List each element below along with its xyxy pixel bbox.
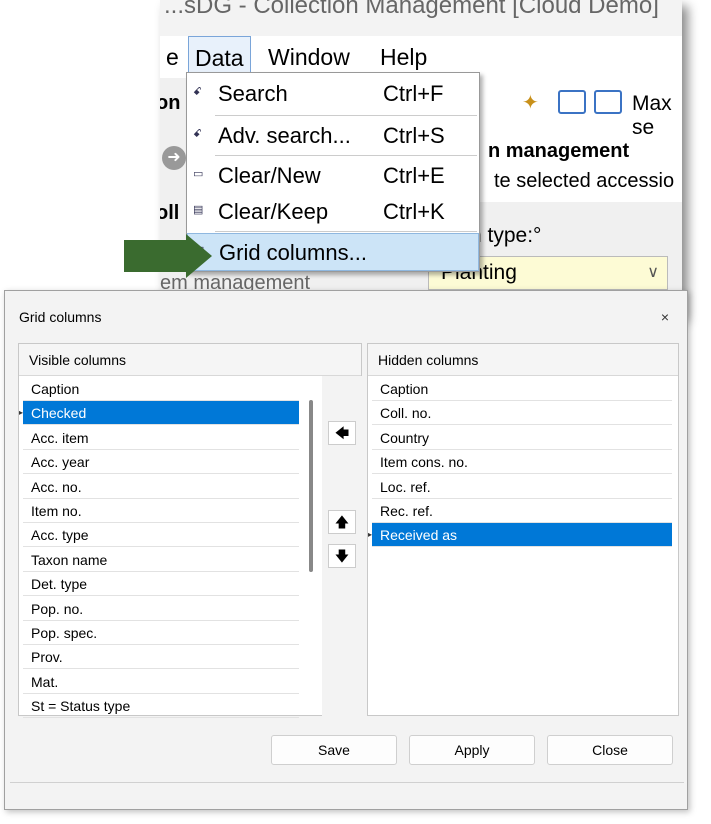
panel-icon[interactable]: [594, 90, 622, 114]
list-item[interactable]: Country: [372, 426, 672, 450]
nav-section-fragment: oll: [160, 202, 180, 224]
list-item[interactable]: Caption: [23, 377, 299, 401]
menu-item-label: Adv. search...: [218, 123, 351, 148]
list-item[interactable]: Rec. ref.: [372, 499, 672, 523]
row-selector-icon: ▸: [19, 408, 24, 418]
status-bar: [10, 782, 684, 806]
list-item[interactable]: Item cons. no.: [372, 450, 672, 475]
list-item[interactable]: Acc. year: [23, 450, 299, 475]
menu-item-search[interactable]: ꗃ Search Ctrl+F: [187, 75, 479, 113]
list-item[interactable]: Pop. spec.: [23, 621, 299, 645]
list-item[interactable]: Coll. no.: [372, 401, 672, 426]
list-item[interactable]: Mat.: [23, 670, 299, 694]
menu-item-label: Clear/New: [218, 163, 321, 188]
visible-columns-header: Visible columns: [19, 344, 361, 376]
arrow-left-icon[interactable]: 🡄: [328, 421, 356, 445]
menu-item-shortcut: Ctrl+K: [383, 199, 445, 224]
close-icon[interactable]: ×: [661, 309, 669, 325]
content-heading: n management: [488, 140, 630, 162]
clear-keep-icon: ▤: [193, 204, 204, 216]
list-item[interactable]: Checked: [23, 401, 299, 426]
visible-columns-panel: Visible columns Caption Checked ▸ Acc. item…: [18, 343, 362, 719]
adv-binoculars-icon: ꗃ: [193, 128, 202, 140]
apply-button[interactable]: Apply: [409, 735, 535, 765]
menu-item-shortcut: Ctrl+F: [383, 81, 444, 106]
list-item[interactable]: Received as: [372, 523, 672, 548]
window-icon[interactable]: [558, 90, 586, 114]
menu-item-label: Clear/Keep: [218, 199, 329, 224]
hidden-columns-header: Hidden columns: [368, 344, 678, 376]
list-item[interactable]: Acc. type: [23, 523, 299, 548]
list-item[interactable]: Caption: [372, 377, 672, 401]
back-icon[interactable]: ➜: [162, 146, 186, 170]
menu-separator: [215, 155, 477, 156]
binoculars-icon[interactable]: ✦: [522, 90, 550, 114]
menu-item-grid-columns[interactable]: ▦ Grid columns...: [187, 233, 479, 271]
move-buttons: 🡄 🡅 🡇: [322, 376, 364, 716]
menu-item-clear-keep[interactable]: ▤ Clear/Keep Ctrl+K: [187, 193, 479, 231]
menu-edit-fragment[interactable]: e: [160, 36, 185, 78]
list-item[interactable]: Acc. item: [23, 426, 299, 450]
nav-heading-fragment: on: [160, 92, 181, 114]
close-button[interactable]: Close: [547, 735, 673, 765]
menu-separator: [215, 115, 477, 116]
list-item[interactable]: Pop. no.: [23, 597, 299, 621]
menu-separator: [215, 231, 477, 232]
chevron-down-icon: ∨: [647, 264, 659, 281]
list-item[interactable]: St = Status type: [23, 694, 299, 719]
dialog-title: Grid columns: [19, 309, 102, 325]
content-subtext: te selected accessio: [494, 170, 675, 192]
list-item[interactable]: Loc. ref.: [372, 475, 672, 499]
callout-arrow-icon: [124, 234, 212, 278]
list-item[interactable]: Taxon name: [23, 548, 299, 572]
visible-list-scrollbar[interactable]: [309, 400, 313, 572]
menu-item-label: Search: [218, 81, 288, 106]
menu-item-shortcut: Ctrl+S: [383, 123, 445, 148]
arrow-down-icon[interactable]: 🡇: [328, 544, 356, 568]
list-item[interactable]: Det. type: [23, 572, 299, 597]
window-title: ...sDG - Collection Management [Cloud De…: [164, 0, 659, 19]
menu-item-label: Grid columns...: [219, 240, 367, 265]
hidden-columns-panel: Hidden columns Caption Coll. no. Country It…: [367, 343, 679, 716]
list-item[interactable]: Item no.: [23, 499, 299, 523]
binoculars-icon: ꗃ: [193, 86, 202, 98]
type-label: n type:°: [470, 224, 542, 247]
menu-item-adv-search[interactable]: ꗃ Adv. search... Ctrl+S: [187, 117, 479, 155]
row-selector-icon: ▸: [368, 530, 373, 540]
menu-item-shortcut: Ctrl+E: [383, 163, 445, 188]
arrow-up-icon[interactable]: 🡅: [328, 510, 356, 534]
clear-new-icon: ▭: [193, 168, 204, 180]
list-item[interactable]: Acc. no.: [23, 475, 299, 499]
list-item[interactable]: Prov.: [23, 645, 299, 670]
data-menu: ꗃ Search Ctrl+F ꗃ Adv. search... Ctrl+S …: [186, 72, 480, 272]
menu-item-clear-new[interactable]: ▭ Clear/New Ctrl+E: [187, 157, 479, 195]
toolbar-label: Max se: [632, 92, 672, 139]
save-button[interactable]: Save: [271, 735, 397, 765]
